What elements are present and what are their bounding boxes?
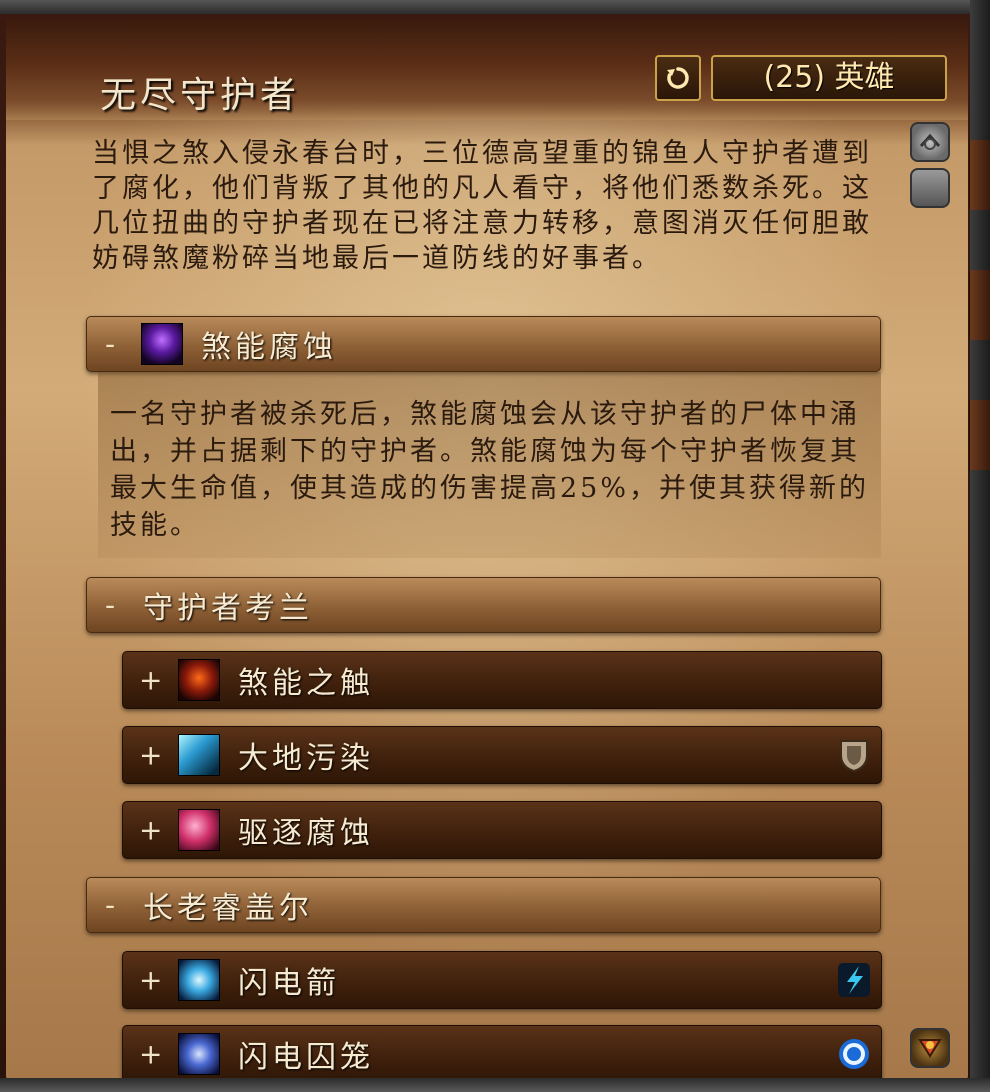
- lightning-prison-icon: [178, 1033, 220, 1075]
- side-tabs: [969, 120, 990, 500]
- expand-toggle[interactable]: +: [139, 1038, 162, 1071]
- reset-button[interactable]: [655, 55, 701, 101]
- ability-label: 煞能之触: [238, 666, 374, 701]
- scrollbar[interactable]: [908, 120, 952, 1075]
- ability-row-touch-of-sha[interactable]: + 煞能之触: [122, 651, 882, 709]
- page-title: 无尽守护者: [100, 75, 301, 116]
- reset-icon: [667, 67, 689, 89]
- ability-row-defiled-ground[interactable]: + 大地污染: [122, 726, 882, 784]
- section-description: 一名守护者被杀死后，煞能腐蚀会从该守护者的尸体中涌出，并占据剩下的守护者。煞能腐…: [110, 399, 870, 541]
- magic-effect-icon: [839, 1039, 869, 1069]
- expand-toggle[interactable]: +: [139, 664, 162, 697]
- frame-top-border: [0, 0, 990, 14]
- expel-corruption-icon: [178, 809, 220, 851]
- scroll-up-button[interactable]: [910, 122, 950, 162]
- ability-label: 大地污染: [238, 741, 374, 776]
- section-header-protector-kaolan[interactable]: - 守护者考兰: [86, 577, 881, 633]
- side-tab-3[interactable]: [969, 400, 990, 470]
- collapse-toggle[interactable]: -: [105, 589, 115, 622]
- interrupt-icon: [838, 963, 870, 997]
- collapse-toggle[interactable]: -: [105, 328, 115, 361]
- ability-label: 闪电囚笼: [238, 1040, 374, 1075]
- chevron-down-icon: [918, 1039, 942, 1058]
- lightning-bolt-icon: [178, 959, 220, 1001]
- ability-row-expel-corruption[interactable]: + 驱逐腐蚀: [122, 801, 882, 859]
- section-header-sha-corruption[interactable]: - 煞能腐蚀: [86, 316, 881, 372]
- ability-label: 驱逐腐蚀: [238, 816, 374, 851]
- section-label: 长老睿盖尔: [143, 891, 313, 926]
- frame-bottom-border: [0, 1078, 990, 1092]
- touch-of-sha-icon: [178, 659, 220, 701]
- expand-toggle[interactable]: +: [139, 814, 162, 847]
- expand-toggle[interactable]: +: [139, 964, 162, 997]
- chevron-up-icon: [919, 133, 941, 150]
- expand-toggle[interactable]: +: [139, 739, 162, 772]
- ability-row-lightning-bolt[interactable]: + 闪电箭: [122, 951, 882, 1009]
- scroll-down-button[interactable]: [910, 1028, 950, 1068]
- defiled-ground-icon: [178, 734, 220, 776]
- difficulty-button[interactable]: (25) 英雄: [711, 55, 947, 101]
- sha-corruption-icon: [141, 323, 183, 365]
- tank-shield-icon: [840, 740, 868, 773]
- section-header-elder-regail[interactable]: - 长老睿盖尔: [86, 877, 881, 933]
- side-tab-1[interactable]: [969, 140, 990, 210]
- scroll-thumb[interactable]: [910, 168, 950, 208]
- ability-label: 闪电箭: [238, 966, 340, 1001]
- side-tab-2[interactable]: [969, 270, 990, 340]
- section-label: 守护者考兰: [143, 591, 313, 626]
- section-label: 煞能腐蚀: [201, 330, 337, 365]
- ability-row-lightning-prison[interactable]: + 闪电囚笼: [122, 1025, 882, 1083]
- encounter-description: 当惧之煞入侵永春台时，三位德高望重的锦鱼人守护者遭到了腐化，他们背叛了其他的凡人…: [92, 138, 872, 274]
- collapse-toggle[interactable]: -: [105, 889, 115, 922]
